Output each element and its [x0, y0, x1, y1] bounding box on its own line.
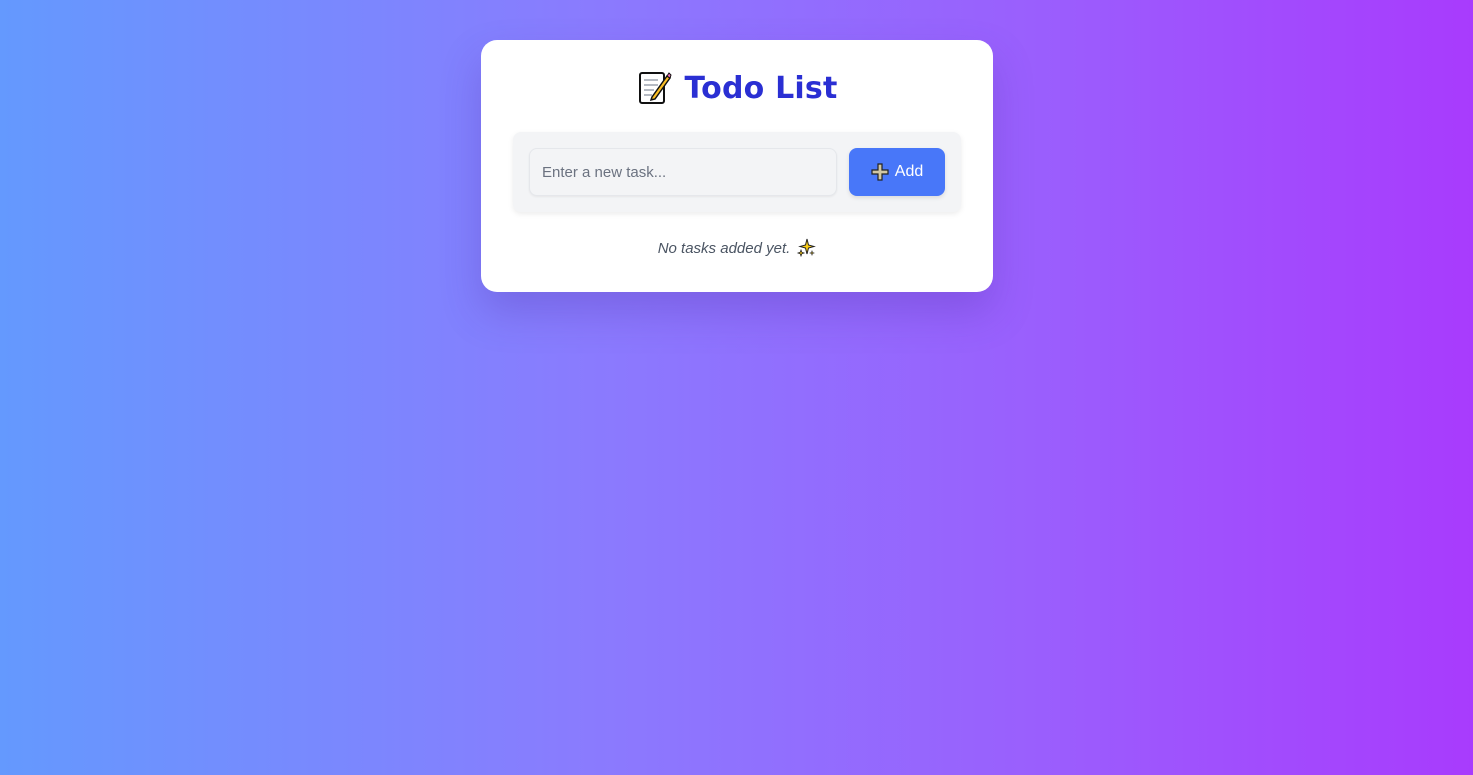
- todo-card: Todo List Add No tasks added yet.: [481, 40, 993, 292]
- sparkle-icon: [796, 238, 817, 258]
- empty-message: No tasks added yet.: [657, 239, 791, 257]
- add-task-form: Add: [513, 132, 961, 212]
- memo-icon: [636, 70, 673, 106]
- add-button-label: Add: [894, 163, 924, 180]
- page-title: Todo List: [481, 70, 993, 106]
- add-button[interactable]: Add: [849, 148, 945, 196]
- empty-state: No tasks added yet.: [481, 238, 993, 258]
- task-input[interactable]: [529, 148, 837, 196]
- plus-icon: [871, 163, 889, 181]
- title-text: Todo List: [684, 70, 838, 106]
